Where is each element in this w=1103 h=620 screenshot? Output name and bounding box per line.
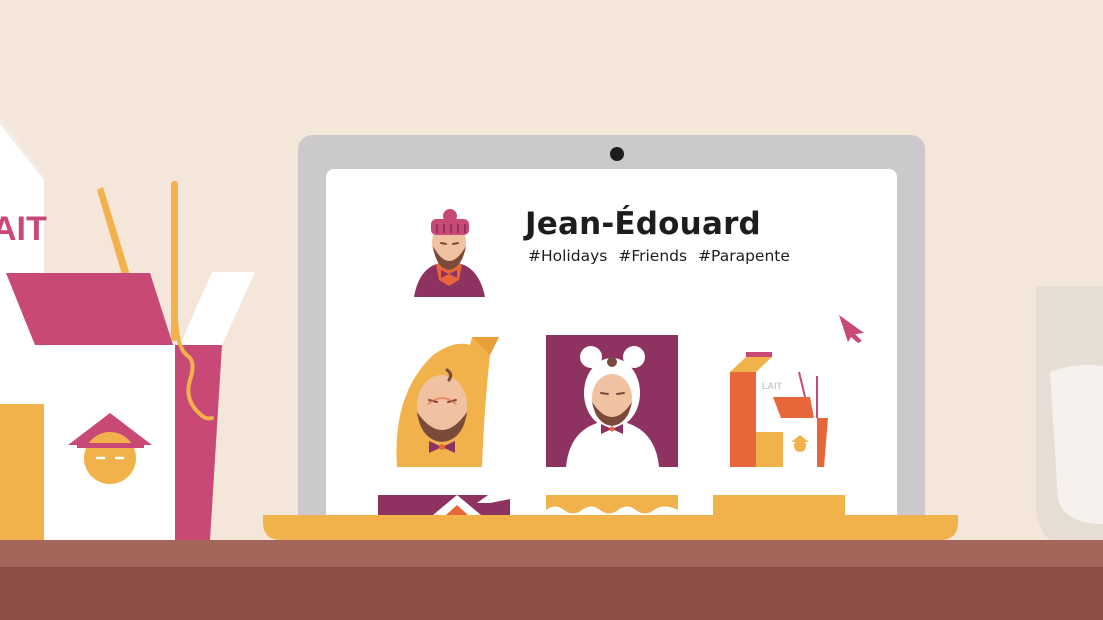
profile-hashtags: #Holidays #Friends #Parapente (528, 247, 790, 265)
hashtag-holidays[interactable]: #Holidays (528, 247, 607, 265)
milk-carton-label: AIT (0, 210, 47, 248)
milk-label-layer: AIT (0, 210, 47, 248)
profile-name: Jean-Édouard (525, 206, 761, 242)
hashtag-parapente[interactable]: #Parapente (698, 247, 790, 265)
hashtag-friends[interactable]: #Friends (618, 247, 687, 265)
